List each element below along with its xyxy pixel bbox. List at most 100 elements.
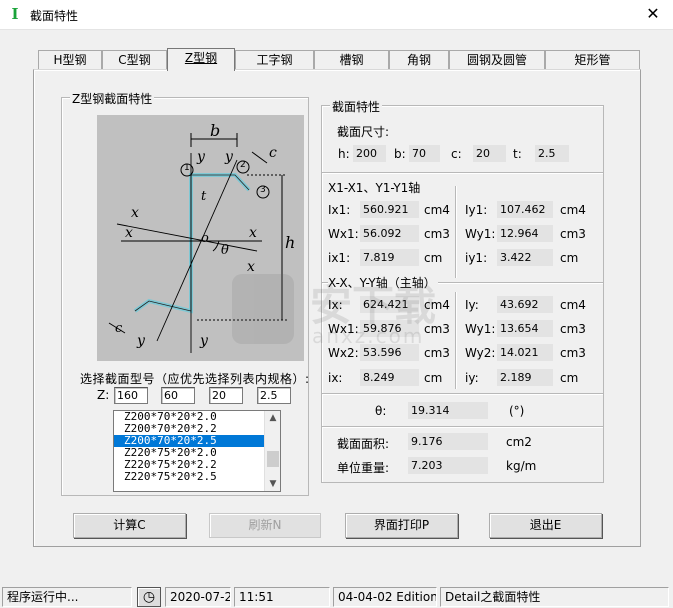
axis-x1-right-label: x	[249, 225, 257, 241]
tab-h-steel[interactable]: H型钢	[38, 50, 102, 70]
wx2-unit: cm3	[424, 346, 450, 360]
iy1-radius-label: iy1:	[465, 251, 488, 265]
origin-label: o	[201, 231, 209, 246]
axis-y1-bottom-label: y	[200, 333, 208, 349]
axis-x-label: x	[131, 205, 139, 221]
list-scrollbar[interactable]: ▲ ▼	[264, 411, 280, 491]
dim-b-label: b:	[394, 147, 406, 161]
z-h-input[interactable]: 160	[114, 387, 148, 404]
dim-b-value: 70	[409, 145, 440, 162]
wy2-unit: cm3	[560, 346, 586, 360]
iy1-radius-value: 3.422	[497, 249, 553, 266]
ix-radius-label: ix:	[328, 371, 343, 385]
area-value: 9.176	[408, 433, 488, 450]
iy-unit: cm4	[560, 298, 586, 312]
theta-label: θ:	[375, 404, 387, 418]
tab-rect-tube[interactable]: 矩形管	[545, 50, 640, 70]
ix1-radius-label: ix1:	[328, 251, 351, 265]
wy1-label: Wy1:	[465, 227, 496, 241]
divider	[322, 393, 603, 394]
iy1-label: Iy1:	[465, 203, 488, 217]
dim-t-label: t:	[513, 147, 522, 161]
ix-unit: cm4	[424, 298, 450, 312]
z-c-input[interactable]: 20	[209, 387, 243, 404]
point-2-label: 2	[240, 160, 246, 170]
window-title: 截面特性	[30, 9, 79, 23]
iy1-value: 107.462	[497, 201, 553, 218]
wy1-unit: cm3	[560, 227, 586, 241]
wx1-main-unit: cm3	[424, 322, 450, 336]
axis2-title: X-X、Y-Y轴（主轴）	[328, 274, 438, 291]
divider	[322, 172, 603, 173]
wx2-value: 53.596	[360, 344, 419, 361]
status-edition: 04-04-02 Edition	[333, 587, 437, 607]
title-bar: I 截面特性 ✕	[0, 0, 673, 30]
z-b-input[interactable]: 60	[161, 387, 195, 404]
dim-t-value: 2.5	[535, 145, 569, 162]
exit-button[interactable]: 退出E	[489, 513, 602, 538]
refresh-button[interactable]: 刷新N	[209, 513, 321, 538]
axis-y-label: y	[225, 149, 233, 165]
app-icon: I	[11, 5, 19, 23]
status-detail: Detail之截面特性	[440, 587, 669, 607]
wx1-unit: cm3	[424, 227, 450, 241]
wx1-main-label: Wx1:	[328, 322, 359, 336]
tab-angle[interactable]: 角钢	[389, 50, 449, 70]
print-button[interactable]: 界面打印P	[345, 513, 458, 538]
z-label: Z:	[97, 388, 110, 402]
axis-x-right-label: x	[247, 259, 255, 275]
wy1-main-unit: cm3	[560, 322, 586, 336]
wx1-label: Wx1:	[328, 227, 359, 241]
axis-y-bottom-label: y	[137, 333, 145, 349]
iy-radius-unit: cm	[560, 371, 579, 385]
ix1-label: Ix1:	[328, 203, 351, 217]
wy2-label: Wy2:	[465, 346, 496, 360]
wy2-value: 14.021	[497, 344, 553, 361]
dim-t-label: t	[201, 189, 207, 204]
tab-z-steel[interactable]: Z型钢	[167, 48, 235, 71]
close-button[interactable]: ✕	[641, 3, 665, 25]
area-label: 截面面积:	[337, 437, 390, 451]
scroll-up-icon[interactable]: ▲	[265, 411, 280, 425]
iy-value: 43.692	[497, 296, 553, 313]
scroll-down-icon[interactable]: ▼	[265, 477, 280, 491]
ix-value: 624.421	[360, 296, 419, 313]
ix1-radius-value: 7.819	[360, 249, 419, 266]
point-1-label: 1	[184, 163, 190, 173]
status-running: 程序运行中...	[2, 587, 132, 607]
tab-c-steel[interactable]: C型钢	[102, 50, 167, 70]
dim-c-bottom-label: c	[115, 321, 123, 336]
ix-label: Ix:	[328, 298, 343, 312]
z-t-input[interactable]: 2.5	[257, 387, 291, 404]
axis-y1-label: y	[197, 149, 205, 165]
tab-channel[interactable]: 槽钢	[314, 50, 389, 70]
tab-i-beam[interactable]: 工字钢	[235, 50, 314, 70]
wy1-main-label: Wy1:	[465, 322, 496, 336]
divider	[455, 186, 456, 278]
wx1-value: 56.092	[360, 225, 419, 242]
ix-radius-value: 8.249	[360, 369, 419, 386]
wy1-value: 12.964	[497, 225, 553, 242]
dim-h-label: h	[285, 233, 296, 252]
point-3-label: 3	[260, 185, 266, 195]
iy-radius-value: 2.189	[497, 369, 553, 386]
ix1-unit: cm4	[424, 203, 450, 217]
wx2-label: Wx2:	[328, 346, 359, 360]
axis1-title: X1-X1、Y1-Y1轴	[328, 181, 421, 195]
ix-radius-unit: cm	[424, 371, 443, 385]
status-date: 2020-07-20	[165, 587, 231, 607]
ix1-radius-unit: cm	[424, 251, 443, 265]
section-listbox[interactable]: Z200*70*20*2.0 Z200*70*20*2.2 Z200*70*20…	[113, 410, 281, 492]
calculate-button[interactable]: 计算C	[73, 513, 186, 538]
status-time: 11:51	[234, 587, 330, 607]
select-section-label: 选择截面型号（应优先选择列表内规格）:	[80, 372, 310, 386]
list-item[interactable]: Z220*75*20*2.5	[114, 471, 264, 483]
dim-h-value: 200	[353, 145, 386, 162]
weight-label: 单位重量:	[337, 461, 390, 475]
axis-x1-label: x	[125, 225, 133, 241]
scroll-thumb[interactable]	[267, 451, 279, 467]
ix1-value: 560.921	[360, 201, 419, 218]
dim-c-label: c	[269, 145, 277, 161]
iy-radius-label: iy:	[465, 371, 479, 385]
tab-round-pipe[interactable]: 圆钢及圆管	[449, 50, 545, 70]
